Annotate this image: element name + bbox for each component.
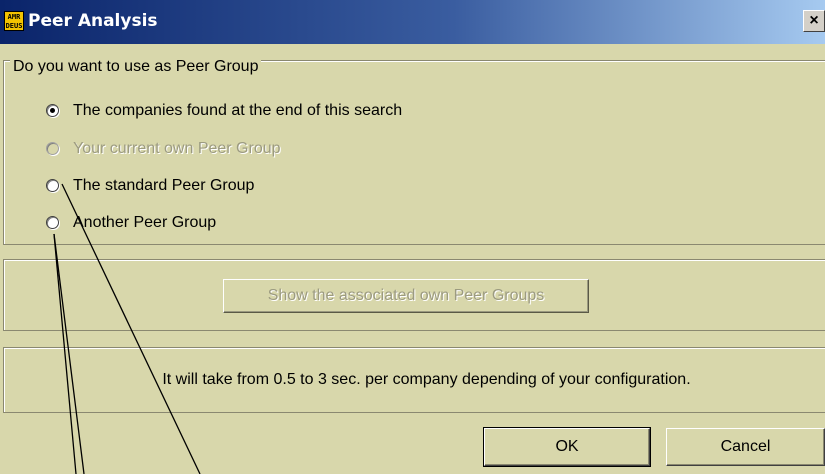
radio-label[interactable]: The companies found at the end of this s… — [73, 102, 402, 120]
radio-label: Your current own Peer Group — [73, 140, 281, 157]
radio-companies-found[interactable]: The companies found at the end of this s… — [46, 100, 402, 122]
radio-standard-peer-group[interactable]: The standard Peer Group — [46, 175, 254, 197]
close-icon: × — [809, 12, 819, 29]
radio-button-icon[interactable] — [46, 179, 59, 192]
info-text: It will take from 0.5 to 3 sec. per comp… — [162, 371, 691, 388]
close-button[interactable]: × — [803, 10, 825, 32]
radio-button-icon[interactable] — [46, 104, 59, 117]
cancel-button[interactable]: Cancel — [666, 428, 825, 466]
show-associated-peer-groups-button: Show the associated own Peer Groups — [223, 279, 589, 313]
radio-another-peer-group[interactable]: Another Peer Group — [46, 212, 216, 234]
ok-button[interactable]: OK — [483, 427, 651, 467]
peer-group-legend: Do you want to use as Peer Group — [10, 58, 262, 76]
radio-button-icon[interactable] — [46, 216, 59, 229]
radio-label[interactable]: The standard Peer Group — [73, 177, 254, 195]
window-title: Peer Analysis — [28, 11, 158, 31]
peer-analysis-dialog: AMR DEUS Peer Analysis × Do you want to u… — [0, 0, 825, 474]
title-bar[interactable]: AMR DEUS Peer Analysis × — [0, 0, 825, 44]
radio-current-own-peer-group: Your current own Peer Group — [46, 138, 281, 160]
radio-label[interactable]: Another Peer Group — [73, 214, 216, 232]
radio-button-icon — [46, 142, 59, 155]
app-logo-icon: AMR DEUS — [4, 11, 24, 31]
